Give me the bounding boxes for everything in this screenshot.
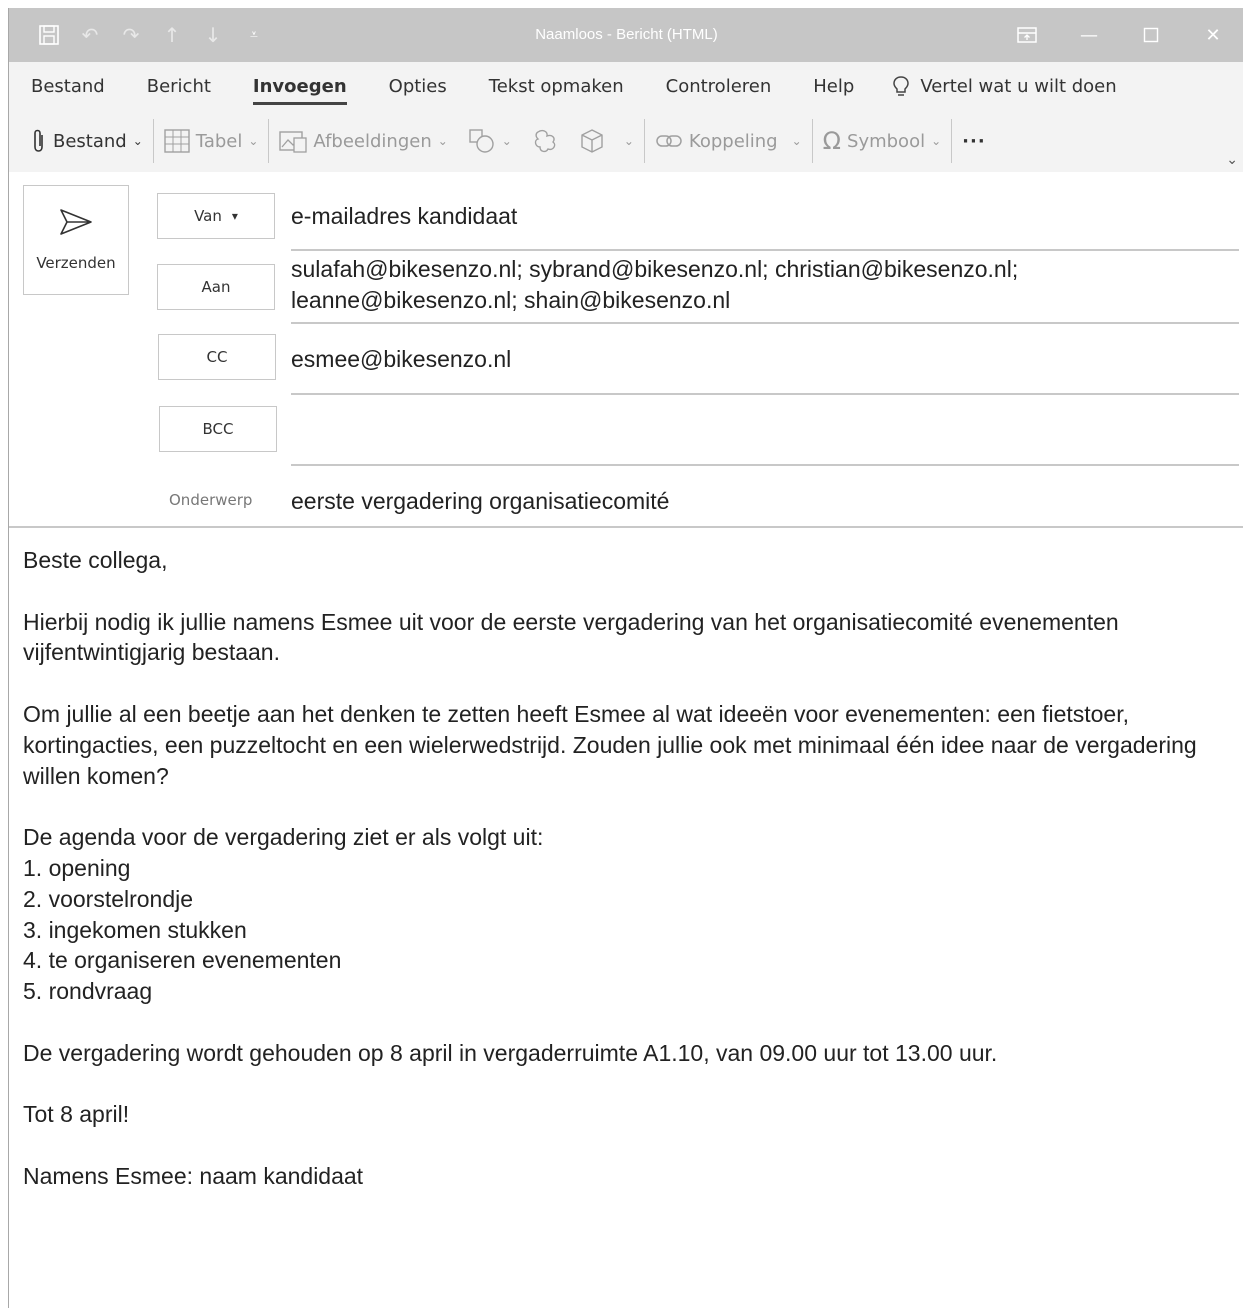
symbol-button[interactable]: Ω Symbool ⌄ bbox=[813, 121, 951, 161]
subject-label: Onderwerp bbox=[169, 491, 253, 509]
cube-icon bbox=[581, 129, 603, 153]
expand-ribbon-icon[interactable]: ⌄ bbox=[1226, 152, 1238, 168]
tell-me-label: Vertel wat u wilt doen bbox=[920, 75, 1117, 97]
to-button[interactable]: Aan bbox=[157, 264, 275, 310]
attach-file-label: Bestand bbox=[53, 130, 127, 152]
ribbon-insert-commands: Bestand ⌄ Tabel ⌄ Afbeeldingen ⌄ ⌄ ⌄ Kop… bbox=[9, 110, 1243, 173]
attach-file-button[interactable]: Bestand ⌄ bbox=[9, 121, 153, 161]
subject-field[interactable]: eerste vergadering organisatiecomité bbox=[291, 486, 669, 517]
icons-button[interactable] bbox=[522, 121, 570, 161]
agenda-item: 2. voorstelrondje bbox=[23, 885, 194, 912]
field-divider bbox=[291, 249, 1239, 251]
table-button[interactable]: Tabel ⌄ bbox=[154, 121, 269, 161]
link-icon bbox=[656, 135, 682, 147]
to-field[interactable]: sulafah@bikesenzo.nl; sybrand@bikesenzo.… bbox=[291, 254, 1018, 316]
tab-help[interactable]: Help bbox=[813, 76, 854, 97]
paperclip-icon bbox=[34, 129, 43, 152]
icons-icon bbox=[534, 129, 556, 153]
link-label: Koppeling bbox=[688, 130, 778, 152]
maximize-icon[interactable] bbox=[1120, 8, 1182, 62]
ribbon-tabs: Bestand Bericht Invoegen Opties Tekst op… bbox=[9, 62, 1243, 110]
lightbulb-icon bbox=[893, 76, 910, 96]
chevron-down-icon: ⌄ bbox=[931, 134, 942, 148]
message-body[interactable]: Beste collega, Hierbij nodig ik jullie n… bbox=[23, 545, 1223, 1192]
bcc-label: BCC bbox=[202, 420, 234, 438]
agenda-item: 3. ingekomen stukken bbox=[23, 916, 247, 943]
tab-controleren[interactable]: Controleren bbox=[666, 76, 772, 97]
table-label: Tabel bbox=[195, 130, 243, 152]
from-button[interactable]: Van ▾ bbox=[157, 193, 275, 239]
3d-models-button[interactable]: ⌄ bbox=[570, 121, 644, 161]
paragraph-ideas: Om jullie al een beetje aan het denken t… bbox=[23, 700, 1197, 789]
agenda-intro: De agenda voor de vergadering ziet er al… bbox=[23, 824, 544, 851]
paragraph-invitation: Hierbij nodig ik jullie namens Esmee uit… bbox=[23, 608, 1119, 666]
from-field[interactable]: e-mailadres kandidaat bbox=[291, 201, 517, 232]
signature: Namens Esmee: naam kandidaat bbox=[23, 1162, 364, 1189]
agenda-item: 4. te organiseren evenementen bbox=[23, 947, 342, 974]
chevron-down-icon: ▾ bbox=[231, 209, 238, 223]
tab-opties[interactable]: Opties bbox=[389, 76, 447, 97]
bcc-field[interactable] bbox=[291, 416, 1231, 447]
symbol-label: Symbool bbox=[847, 130, 926, 152]
outlook-compose-window: ↶ ↷ ↑ ↓ ⩡ Naamloos - Bericht (HTML) — ✕ … bbox=[8, 8, 1243, 1308]
closing: Tot 8 april! bbox=[23, 1101, 130, 1128]
chevron-down-icon: ⌄ bbox=[791, 134, 802, 148]
pictures-label: Afbeeldingen bbox=[313, 130, 432, 152]
tell-me-box[interactable]: Vertel wat u wilt doen bbox=[892, 75, 1117, 97]
bcc-button[interactable]: BCC bbox=[159, 406, 277, 452]
chevron-down-icon: ⌄ bbox=[248, 134, 259, 148]
cc-label: CC bbox=[206, 348, 228, 366]
pictures-button[interactable]: Afbeeldingen ⌄ bbox=[269, 121, 457, 161]
send-icon bbox=[60, 209, 92, 235]
field-divider bbox=[291, 464, 1239, 466]
send-label: Verzenden bbox=[36, 254, 116, 272]
ribbon-display-icon[interactable] bbox=[996, 8, 1058, 62]
from-label: Van bbox=[194, 207, 222, 225]
tab-bericht[interactable]: Bericht bbox=[147, 76, 211, 97]
send-button[interactable]: Verzenden bbox=[23, 185, 129, 295]
shapes-icon bbox=[469, 129, 494, 153]
more-icon: ··· bbox=[962, 130, 986, 152]
cc-button[interactable]: CC bbox=[158, 334, 276, 380]
agenda-item: 1. opening bbox=[23, 854, 131, 881]
to-recipients-line: sulafah@bikesenzo.nl; sybrand@bikesenzo.… bbox=[291, 256, 1019, 282]
omega-icon: Ω bbox=[822, 127, 842, 155]
header-body-divider bbox=[9, 526, 1243, 528]
cc-field[interactable]: esmee@bikesenzo.nl bbox=[291, 344, 511, 375]
greeting: Beste collega, bbox=[23, 547, 168, 573]
link-button[interactable]: Koppeling ⌄ bbox=[645, 121, 812, 161]
window-controls: — ✕ bbox=[996, 8, 1243, 62]
agenda-item: 5. rondvraag bbox=[23, 978, 153, 1005]
table-icon bbox=[164, 129, 190, 153]
to-recipients-line: leanne@bikesenzo.nl; shain@bikesenzo.nl bbox=[291, 287, 731, 313]
title-bar: ↶ ↷ ↑ ↓ ⩡ Naamloos - Bericht (HTML) — ✕ bbox=[9, 8, 1243, 62]
field-divider bbox=[291, 393, 1239, 395]
chevron-down-icon: ⌄ bbox=[437, 134, 448, 148]
chevron-down-icon: ⌄ bbox=[501, 134, 512, 148]
shapes-button[interactable]: ⌄ bbox=[458, 121, 522, 161]
tab-tekst-opmaken[interactable]: Tekst opmaken bbox=[489, 76, 624, 97]
minimize-icon[interactable]: — bbox=[1058, 8, 1120, 62]
close-icon[interactable]: ✕ bbox=[1182, 8, 1243, 62]
pictures-icon bbox=[279, 131, 308, 153]
to-label: Aan bbox=[201, 278, 231, 296]
chevron-down-icon: ⌄ bbox=[623, 134, 634, 148]
tab-invoegen[interactable]: Invoegen bbox=[252, 76, 347, 105]
paragraph-meeting-details: De vergadering wordt gehouden op 8 april… bbox=[23, 1039, 998, 1066]
field-divider bbox=[291, 322, 1239, 324]
tab-bestand[interactable]: Bestand bbox=[31, 76, 105, 97]
compose-header: Verzenden Van ▾ e-mailadres kandidaat Aa… bbox=[9, 172, 1243, 526]
more-commands-button[interactable]: ··· bbox=[952, 121, 996, 161]
chevron-down-icon: ⌄ bbox=[132, 134, 143, 148]
